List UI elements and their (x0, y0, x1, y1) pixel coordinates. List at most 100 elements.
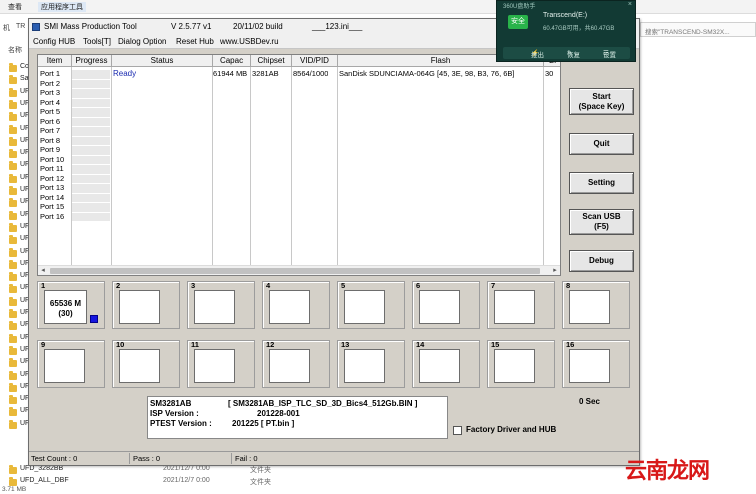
explorer-row-name[interactable]: UFD_3282BB (20, 465, 63, 472)
port-row-label[interactable]: Port 15 (40, 202, 64, 211)
port-row-label[interactable]: Port 11 (40, 164, 64, 173)
explorer-col-name[interactable]: 名称 (8, 45, 22, 55)
port-panel-12[interactable]: 12 (262, 340, 330, 388)
port-progress-cell (72, 98, 110, 108)
port-panel-2[interactable]: 2 (112, 281, 180, 329)
port-panel-10[interactable]: 10 (112, 340, 180, 388)
port-row-label[interactable]: Port 2 (40, 79, 60, 88)
explorer-crumb-pc[interactable]: 机 (3, 23, 10, 33)
explorer-menu-app-tools[interactable]: 应用程序工具 (38, 2, 86, 12)
port-progress-cell (72, 174, 110, 184)
port-panel-number: 16 (566, 340, 575, 349)
explorer-menu-view[interactable]: 查看 (8, 2, 22, 12)
app-status-bar: Test Count : 0 Pass : 0 Fail : 0 (29, 451, 639, 465)
elapsed-timer: 0 Sec (579, 397, 600, 406)
port-panel-15[interactable]: 15 (487, 340, 555, 388)
smi-app-window: SMI Mass Production Tool V 2.5.77 v1 20/… (28, 18, 640, 466)
status-divider (231, 453, 232, 464)
start-button-label: Start (592, 92, 611, 101)
popup-close-icon[interactable]: × (628, 1, 632, 8)
factory-driver-checkbox[interactable] (453, 426, 462, 435)
folder-icon (9, 382, 17, 392)
port-row-label[interactable]: Port 12 (40, 174, 64, 183)
explorer-row-date: 2021/12/7 0:00 (163, 465, 210, 472)
port-progress-cell (72, 117, 110, 127)
menu-tools[interactable]: Tools[T] (83, 37, 111, 46)
col-header-capacity[interactable]: Capac (213, 55, 251, 67)
port-row-label[interactable]: Port 3 (40, 88, 60, 97)
menu-dialog-option[interactable]: Dialog Option (118, 37, 166, 46)
menu-website[interactable]: www.USBDev.ru (220, 37, 279, 46)
port-row-label[interactable]: Port 1 (40, 69, 60, 78)
folder-icon (9, 63, 17, 72)
drive-space: 60.47GB可用，共60.47GB (543, 26, 615, 32)
setting-button[interactable]: Setting (569, 172, 634, 194)
col-header-item[interactable]: Item (38, 55, 72, 67)
port-progress-cell (72, 165, 110, 175)
port-panel-7[interactable]: 7 (487, 281, 555, 329)
debug-button[interactable]: Debug (569, 250, 634, 272)
port-row-label[interactable]: Port 16 (40, 212, 64, 221)
port-row-label[interactable]: Port 7 (40, 126, 60, 135)
port-row-label[interactable]: Port 9 (40, 145, 60, 154)
port-panel-11[interactable]: 11 (187, 340, 255, 388)
explorer-row-type: 文件夹 (250, 467, 271, 474)
port-row-label[interactable]: Port 14 (40, 193, 64, 202)
port-panel-9[interactable]: 9 (37, 340, 105, 388)
status-pass: Pass : 0 (133, 454, 161, 463)
port1-flash: SanDisk SDUNCIAMA-064G [45, 3E, 98, B3, … (339, 69, 515, 78)
port-panel-8[interactable]: 8 (562, 281, 630, 329)
port-panel-number: 9 (41, 340, 46, 349)
explorer-search-input[interactable]: 搜索"TRANSCEND-SM32X... (640, 22, 756, 37)
port-row-label[interactable]: Port 4 (40, 98, 60, 107)
port-panel-4[interactable]: 4 (262, 281, 330, 329)
port-panel-14[interactable]: 14 (412, 340, 480, 388)
start-button-sublabel: (Space Key) (578, 102, 625, 111)
col-header-status[interactable]: Status (112, 55, 213, 67)
port-progress-cell (72, 70, 110, 80)
port-row-label[interactable]: Port 10 (40, 155, 64, 164)
scroll-left-icon[interactable]: ◂ (38, 266, 48, 275)
port-grid: Item Progress Status Capac Chipset VID/P… (37, 54, 561, 276)
quit-button[interactable]: Quit (569, 133, 634, 155)
port-panel-6[interactable]: 6 (412, 281, 480, 329)
folder-icon (9, 419, 17, 429)
port-panel-display (569, 349, 610, 383)
status-divider (129, 453, 130, 464)
port-row-label[interactable]: Port 8 (40, 136, 60, 145)
menu-config-hub[interactable]: Config HUB (33, 37, 75, 46)
port-panel-3[interactable]: 3 (187, 281, 255, 329)
port-panel-display (344, 290, 385, 324)
scan-usb-button[interactable]: Scan USB (F5) (569, 209, 634, 235)
app-title: SMI Mass Production Tool (44, 22, 137, 31)
explorer-row-name[interactable]: UFD_ALL_DBF (20, 477, 69, 484)
panel1-capacity: 65536 M (49, 299, 82, 308)
safe-badge: 安全 (508, 15, 528, 29)
col-header-progress[interactable]: Progress (72, 55, 112, 67)
port1-chipset: 3281AB (252, 69, 279, 78)
scroll-right-icon[interactable]: ▸ (550, 266, 560, 275)
port-panel-number: 10 (116, 340, 125, 349)
col-header-vidpid[interactable]: VID/PID (292, 55, 338, 67)
scroll-thumb[interactable] (50, 268, 540, 274)
port-panel-number: 6 (416, 281, 421, 290)
port-panel-number: 5 (341, 281, 346, 290)
port-panel-number: 14 (416, 340, 425, 349)
port-row-label[interactable]: Port 13 (40, 183, 64, 192)
factory-driver-label[interactable]: Factory Driver and HUB (466, 425, 556, 434)
menu-reset-hub[interactable]: Reset Hub (176, 37, 214, 46)
folder-icon (9, 136, 17, 146)
explorer-row-type: 文件夹 (250, 479, 271, 486)
port-row-label[interactable]: Port 5 (40, 107, 60, 116)
port-panel-16[interactable]: 16 (562, 340, 630, 388)
col-header-chipset[interactable]: Chipset (251, 55, 292, 67)
explorer-crumb-tr[interactable]: TR (16, 23, 25, 30)
start-button[interactable]: Start (Space Key) (569, 88, 634, 115)
port-panel-5[interactable]: 5 (337, 281, 405, 329)
port-row-label[interactable]: Port 6 (40, 117, 60, 126)
status-test-count: Test Count : 0 (31, 454, 78, 463)
port-panel-13[interactable]: 13 (337, 340, 405, 388)
folder-icon (9, 75, 17, 85)
port-panel-1[interactable]: 1 65536 M (30) (37, 281, 105, 329)
grid-horizontal-scrollbar[interactable]: ◂ ▸ (38, 265, 560, 275)
